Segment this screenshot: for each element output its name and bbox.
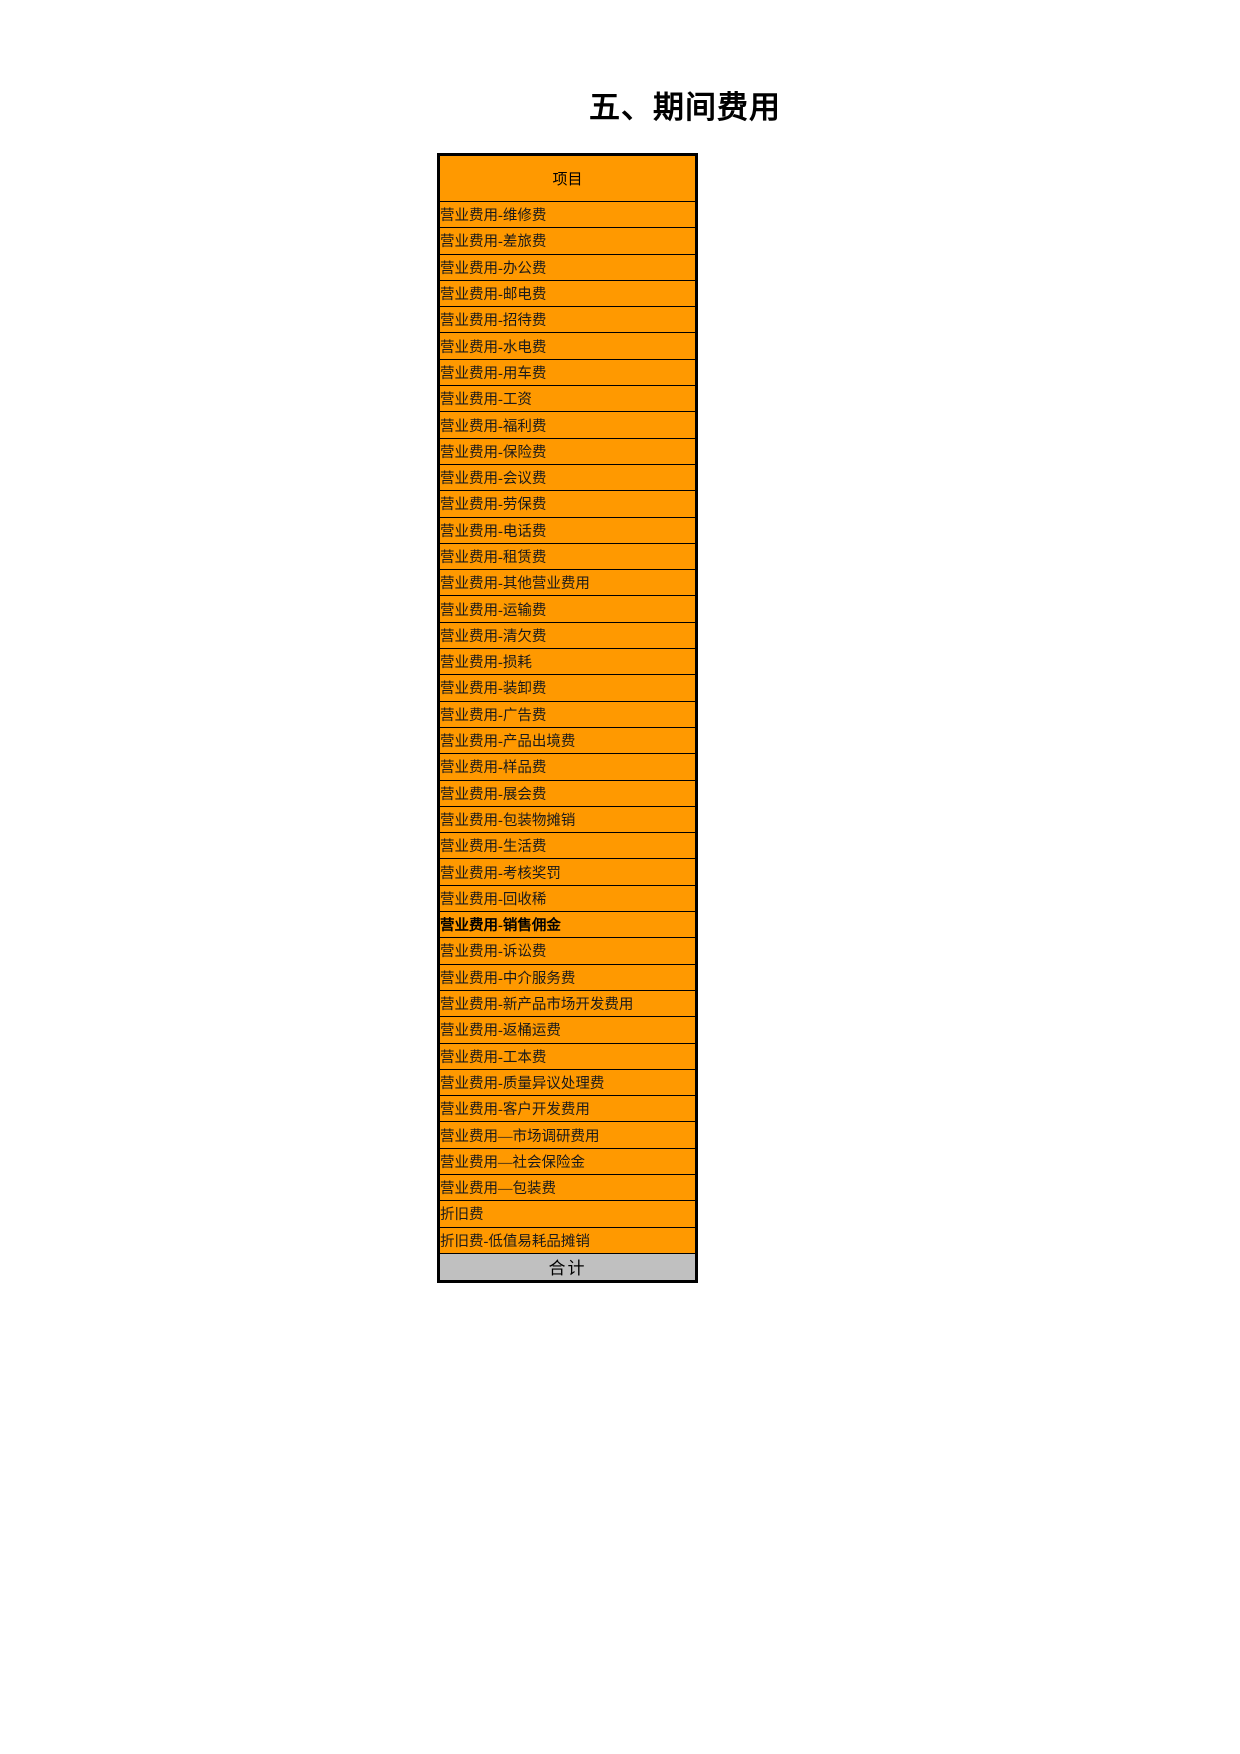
total-label: 合计 — [438, 1252, 697, 1282]
expense-item-label: 营业费用-招待费 — [438, 306, 697, 334]
table-row[interactable]: 营业费用-广告费 — [438, 700, 697, 728]
expense-item-label: 营业费用-产品出境费 — [438, 726, 697, 755]
expense-item-label: 营业费用-工本费 — [438, 1042, 697, 1070]
table-header-row: 项目 — [438, 154, 697, 202]
table-row[interactable]: 营业费用-清欠费 — [438, 621, 697, 650]
table-row[interactable]: 营业费用-福利费 — [438, 411, 697, 439]
expense-item-label: 折旧费-低值易耗品摊销 — [438, 1226, 697, 1254]
expense-item-label: 营业费用-样品费 — [438, 753, 697, 781]
table-row[interactable]: 营业费用—社会保险金 — [438, 1147, 697, 1175]
column-header-item: 项目 — [438, 154, 697, 202]
expense-item-label: 营业费用-运输费 — [438, 595, 697, 623]
table-row[interactable]: 营业费用-装卸费 — [438, 674, 697, 702]
expense-item-label: 营业费用—包装费 — [438, 1173, 697, 1202]
table-head: 项目 — [438, 154, 697, 202]
table-row[interactable]: 营业费用-招待费 — [438, 306, 697, 334]
expense-item-label: 营业费用-工资 — [438, 385, 697, 413]
expense-item-label: 营业费用-广告费 — [438, 700, 697, 728]
table-row[interactable]: 营业费用-销售佣金 — [438, 911, 697, 939]
expense-item-label: 营业费用-诉讼费 — [438, 937, 697, 965]
table-row[interactable]: 营业费用-损耗 — [438, 648, 697, 676]
table-row[interactable]: 营业费用-其他营业费用 — [438, 569, 697, 597]
expense-item-label: 营业费用-用车费 — [438, 358, 697, 387]
expense-table-container: 项目 营业费用-维修费 营业费用-差旅费 营业费用-办公费 营业费用-邮电费 营业费用-… — [437, 153, 698, 1283]
table-row[interactable]: 营业费用-样品费 — [438, 753, 697, 781]
table-row[interactable]: 营业费用-新产品市场开发费用 — [438, 989, 697, 1018]
table-row[interactable]: 折旧费 — [438, 1200, 697, 1228]
table-row[interactable]: 营业费用-邮电费 — [438, 279, 697, 308]
expense-item-label: 营业费用-电话费 — [438, 516, 697, 544]
expense-item-label: 营业费用-劳保费 — [438, 490, 697, 518]
table-row[interactable]: 营业费用-租赁费 — [438, 542, 697, 571]
table-row[interactable]: 营业费用-产品出境费 — [438, 726, 697, 755]
expense-item-label: 营业费用-质量异议处理费 — [438, 1068, 697, 1097]
expense-item-label: 营业费用-办公费 — [438, 253, 697, 281]
table-row[interactable]: 营业费用-展会费 — [438, 779, 697, 807]
table-row[interactable]: 营业费用-诉讼费 — [438, 937, 697, 965]
table-row[interactable]: 营业费用-返桶运费 — [438, 1016, 697, 1044]
table-row[interactable]: 营业费用-工资 — [438, 385, 697, 413]
expense-item-label: 营业费用-租赁费 — [438, 542, 697, 571]
table-row[interactable]: 营业费用-质量异议处理费 — [438, 1068, 697, 1097]
table-row[interactable]: 营业费用-维修费 — [438, 200, 697, 229]
expense-item-label: 营业费用-生活费 — [438, 832, 697, 860]
expense-item-label: 营业费用-展会费 — [438, 779, 697, 807]
expense-item-label: 营业费用-差旅费 — [438, 227, 697, 255]
expense-item-label: 营业费用-考核奖罚 — [438, 858, 697, 886]
table-row[interactable]: 营业费用-差旅费 — [438, 227, 697, 255]
expense-item-label: 营业费用-销售佣金 — [438, 911, 697, 939]
expense-item-label: 营业费用-其他营业费用 — [438, 569, 697, 597]
expense-item-label: 营业费用-装卸费 — [438, 674, 697, 702]
table-row[interactable]: 营业费用-电话费 — [438, 516, 697, 544]
expense-item-label: 营业费用-返桶运费 — [438, 1016, 697, 1044]
table-row[interactable]: 折旧费-低值易耗品摊销 — [438, 1226, 697, 1254]
table-row[interactable]: 营业费用-工本费 — [438, 1042, 697, 1070]
table-row[interactable]: 营业费用-运输费 — [438, 595, 697, 623]
expense-item-label: 营业费用—社会保险金 — [438, 1147, 697, 1175]
table-row[interactable]: 营业费用-办公费 — [438, 253, 697, 281]
table-body: 营业费用-维修费 营业费用-差旅费 营业费用-办公费 营业费用-邮电费 营业费用-招待费… — [438, 200, 697, 1254]
table-row[interactable]: 营业费用-包装物摊销 — [438, 805, 697, 834]
expense-item-label: 营业费用-包装物摊销 — [438, 805, 697, 834]
table-row[interactable]: 营业费用-考核奖罚 — [438, 858, 697, 886]
expense-item-label: 营业费用-客户开发费用 — [438, 1095, 697, 1123]
expense-item-label: 折旧费 — [438, 1200, 697, 1228]
expense-item-label: 营业费用-邮电费 — [438, 279, 697, 308]
expense-item-label: 营业费用-会议费 — [438, 463, 697, 492]
expense-item-label: 营业费用—市场调研费用 — [438, 1121, 697, 1149]
table-row[interactable]: 营业费用-中介服务费 — [438, 963, 697, 991]
table-row[interactable]: 营业费用-生活费 — [438, 832, 697, 860]
page-title: 五、期间费用 — [589, 90, 781, 125]
expense-item-label: 营业费用-保险费 — [438, 437, 697, 465]
expense-item-label: 营业费用-新产品市场开发费用 — [438, 989, 697, 1018]
expense-item-label: 营业费用-损耗 — [438, 648, 697, 676]
table-row[interactable]: 营业费用-回收稀 — [438, 884, 697, 913]
table-row[interactable]: 营业费用-劳保费 — [438, 490, 697, 518]
table-row[interactable]: 营业费用-会议费 — [438, 463, 697, 492]
expense-item-label: 营业费用-回收稀 — [438, 884, 697, 913]
table-row[interactable]: 营业费用—市场调研费用 — [438, 1121, 697, 1149]
table-row[interactable]: 营业费用-用车费 — [438, 358, 697, 387]
expense-item-label: 营业费用-维修费 — [438, 200, 697, 229]
expense-table: 项目 营业费用-维修费 营业费用-差旅费 营业费用-办公费 营业费用-邮电费 营业费用-… — [437, 153, 698, 1283]
table-row[interactable]: 营业费用-水电费 — [438, 332, 697, 360]
expense-item-label: 营业费用-水电费 — [438, 332, 697, 360]
table-total-row: 合计 — [438, 1252, 697, 1282]
table-row[interactable]: 营业费用-客户开发费用 — [438, 1095, 697, 1123]
table-row[interactable]: 营业费用-保险费 — [438, 437, 697, 465]
table-foot: 合计 — [438, 1252, 697, 1282]
document-page: 五、期间费用 项目 营业费用-维修费 营业费用-差旅费 营业费用-办公费 营业费用-邮… — [0, 0, 1240, 1754]
table-row[interactable]: 营业费用—包装费 — [438, 1173, 697, 1202]
expense-item-label: 营业费用-清欠费 — [438, 621, 697, 650]
expense-item-label: 营业费用-福利费 — [438, 411, 697, 439]
expense-item-label: 营业费用-中介服务费 — [438, 963, 697, 991]
